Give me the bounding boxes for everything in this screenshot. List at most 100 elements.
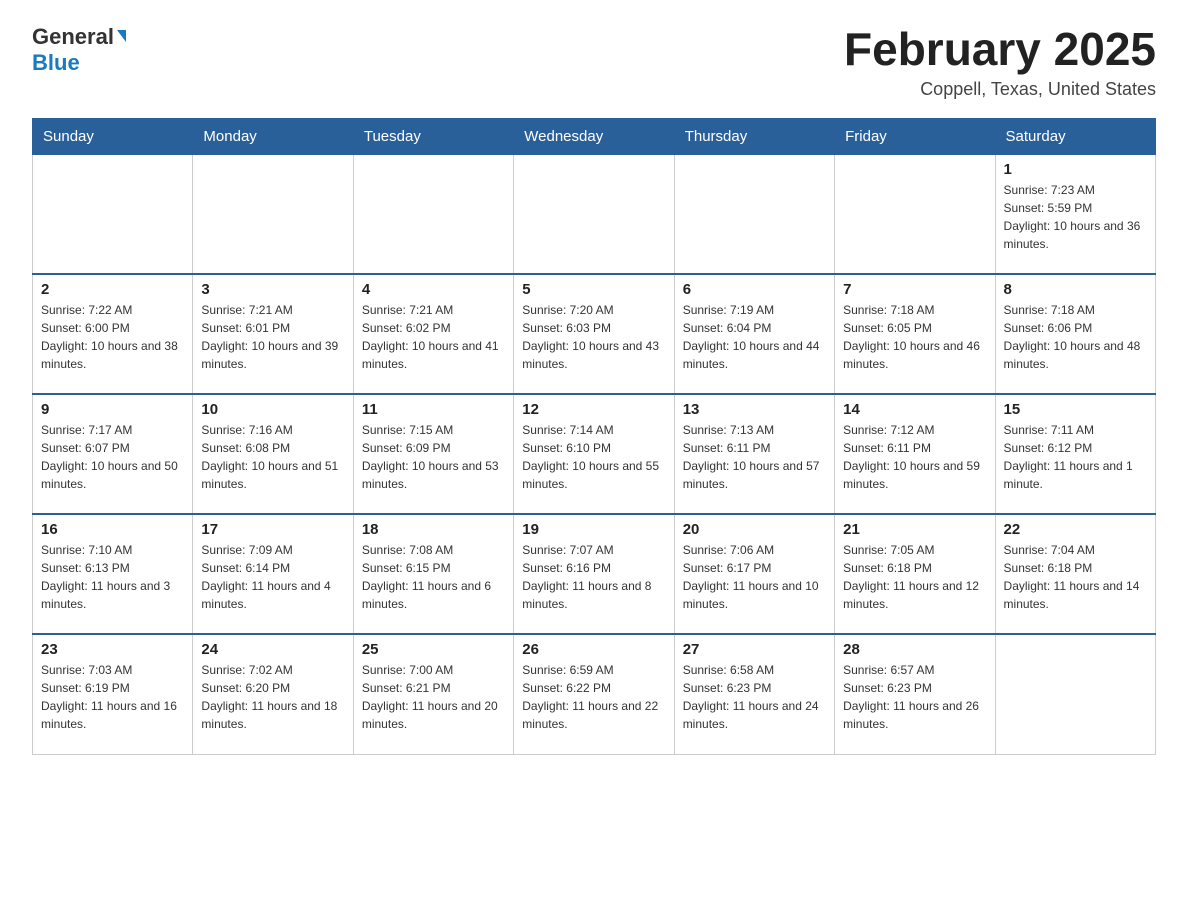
calendar-cell: 4 Sunrise: 7:21 AMSunset: 6:02 PMDayligh… [353, 274, 513, 394]
day-info: Sunrise: 7:21 AMSunset: 6:01 PMDaylight:… [201, 303, 338, 371]
title-block: February 2025 Coppell, Texas, United Sta… [844, 24, 1156, 100]
calendar-cell: 24 Sunrise: 7:02 AMSunset: 6:20 PMDaylig… [193, 634, 353, 754]
day-info: Sunrise: 7:08 AMSunset: 6:15 PMDaylight:… [362, 543, 491, 611]
day-number: 1 [1004, 161, 1147, 178]
calendar-cell [33, 154, 193, 274]
calendar-cell: 15 Sunrise: 7:11 AMSunset: 6:12 PMDaylig… [995, 394, 1155, 514]
calendar-cell [835, 154, 995, 274]
page-header: General Blue February 2025 Coppell, Texa… [32, 24, 1156, 100]
day-info: Sunrise: 7:12 AMSunset: 6:11 PMDaylight:… [843, 423, 980, 491]
calendar-cell: 23 Sunrise: 7:03 AMSunset: 6:19 PMDaylig… [33, 634, 193, 754]
day-number: 18 [362, 521, 505, 538]
calendar-cell: 20 Sunrise: 7:06 AMSunset: 6:17 PMDaylig… [674, 514, 834, 634]
calendar-cell: 8 Sunrise: 7:18 AMSunset: 6:06 PMDayligh… [995, 274, 1155, 394]
day-info: Sunrise: 7:22 AMSunset: 6:00 PMDaylight:… [41, 303, 178, 371]
calendar-cell: 17 Sunrise: 7:09 AMSunset: 6:14 PMDaylig… [193, 514, 353, 634]
day-number: 17 [201, 521, 344, 538]
logo-row: General [32, 24, 126, 50]
day-number: 8 [1004, 281, 1147, 298]
calendar-week-row: 2 Sunrise: 7:22 AMSunset: 6:00 PMDayligh… [33, 274, 1156, 394]
col-sunday: Sunday [33, 118, 193, 154]
day-number: 11 [362, 401, 505, 418]
day-number: 15 [1004, 401, 1147, 418]
day-number: 2 [41, 281, 184, 298]
day-number: 25 [362, 641, 505, 658]
calendar-cell [353, 154, 513, 274]
calendar-cell: 2 Sunrise: 7:22 AMSunset: 6:00 PMDayligh… [33, 274, 193, 394]
day-number: 3 [201, 281, 344, 298]
calendar-week-row: 9 Sunrise: 7:17 AMSunset: 6:07 PMDayligh… [33, 394, 1156, 514]
day-info: Sunrise: 7:21 AMSunset: 6:02 PMDaylight:… [362, 303, 499, 371]
day-info: Sunrise: 7:13 AMSunset: 6:11 PMDaylight:… [683, 423, 820, 491]
calendar-cell: 11 Sunrise: 7:15 AMSunset: 6:09 PMDaylig… [353, 394, 513, 514]
main-title: February 2025 [844, 24, 1156, 75]
day-number: 20 [683, 521, 826, 538]
col-monday: Monday [193, 118, 353, 154]
logo-general-text: General [32, 24, 114, 50]
calendar-cell: 26 Sunrise: 6:59 AMSunset: 6:22 PMDaylig… [514, 634, 674, 754]
day-number: 23 [41, 641, 184, 658]
calendar-week-row: 1 Sunrise: 7:23 AMSunset: 5:59 PMDayligh… [33, 154, 1156, 274]
day-info: Sunrise: 7:09 AMSunset: 6:14 PMDaylight:… [201, 543, 330, 611]
calendar-week-row: 23 Sunrise: 7:03 AMSunset: 6:19 PMDaylig… [33, 634, 1156, 754]
day-number: 21 [843, 521, 986, 538]
calendar-cell: 21 Sunrise: 7:05 AMSunset: 6:18 PMDaylig… [835, 514, 995, 634]
calendar-cell: 25 Sunrise: 7:00 AMSunset: 6:21 PMDaylig… [353, 634, 513, 754]
logo-blue-label: Blue [32, 50, 126, 76]
calendar-cell: 19 Sunrise: 7:07 AMSunset: 6:16 PMDaylig… [514, 514, 674, 634]
calendar-cell: 28 Sunrise: 6:57 AMSunset: 6:23 PMDaylig… [835, 634, 995, 754]
day-number: 10 [201, 401, 344, 418]
calendar-cell: 3 Sunrise: 7:21 AMSunset: 6:01 PMDayligh… [193, 274, 353, 394]
day-info: Sunrise: 7:20 AMSunset: 6:03 PMDaylight:… [522, 303, 659, 371]
calendar-cell: 10 Sunrise: 7:16 AMSunset: 6:08 PMDaylig… [193, 394, 353, 514]
day-number: 5 [522, 281, 665, 298]
day-info: Sunrise: 7:16 AMSunset: 6:08 PMDaylight:… [201, 423, 338, 491]
day-info: Sunrise: 7:14 AMSunset: 6:10 PMDaylight:… [522, 423, 659, 491]
day-info: Sunrise: 6:59 AMSunset: 6:22 PMDaylight:… [522, 663, 658, 731]
day-number: 4 [362, 281, 505, 298]
day-info: Sunrise: 7:11 AMSunset: 6:12 PMDaylight:… [1004, 423, 1133, 491]
day-info: Sunrise: 7:02 AMSunset: 6:20 PMDaylight:… [201, 663, 337, 731]
day-info: Sunrise: 7:05 AMSunset: 6:18 PMDaylight:… [843, 543, 979, 611]
day-info: Sunrise: 7:18 AMSunset: 6:05 PMDaylight:… [843, 303, 980, 371]
calendar-cell: 6 Sunrise: 7:19 AMSunset: 6:04 PMDayligh… [674, 274, 834, 394]
calendar-cell: 27 Sunrise: 6:58 AMSunset: 6:23 PMDaylig… [674, 634, 834, 754]
day-info: Sunrise: 7:10 AMSunset: 6:13 PMDaylight:… [41, 543, 170, 611]
day-info: Sunrise: 7:00 AMSunset: 6:21 PMDaylight:… [362, 663, 498, 731]
calendar-cell: 13 Sunrise: 7:13 AMSunset: 6:11 PMDaylig… [674, 394, 834, 514]
day-info: Sunrise: 7:06 AMSunset: 6:17 PMDaylight:… [683, 543, 819, 611]
day-number: 26 [522, 641, 665, 658]
calendar-table: Sunday Monday Tuesday Wednesday Thursday… [32, 118, 1156, 755]
calendar-week-row: 16 Sunrise: 7:10 AMSunset: 6:13 PMDaylig… [33, 514, 1156, 634]
calendar-cell [193, 154, 353, 274]
day-number: 7 [843, 281, 986, 298]
day-number: 22 [1004, 521, 1147, 538]
col-thursday: Thursday [674, 118, 834, 154]
calendar-cell: 7 Sunrise: 7:18 AMSunset: 6:05 PMDayligh… [835, 274, 995, 394]
day-info: Sunrise: 7:04 AMSunset: 6:18 PMDaylight:… [1004, 543, 1140, 611]
calendar-cell: 22 Sunrise: 7:04 AMSunset: 6:18 PMDaylig… [995, 514, 1155, 634]
day-number: 14 [843, 401, 986, 418]
calendar-cell: 5 Sunrise: 7:20 AMSunset: 6:03 PMDayligh… [514, 274, 674, 394]
day-number: 12 [522, 401, 665, 418]
day-info: Sunrise: 7:18 AMSunset: 6:06 PMDaylight:… [1004, 303, 1141, 371]
day-info: Sunrise: 6:58 AMSunset: 6:23 PMDaylight:… [683, 663, 819, 731]
day-number: 16 [41, 521, 184, 538]
col-saturday: Saturday [995, 118, 1155, 154]
calendar-cell [674, 154, 834, 274]
day-number: 28 [843, 641, 986, 658]
calendar-cell: 1 Sunrise: 7:23 AMSunset: 5:59 PMDayligh… [995, 154, 1155, 274]
calendar-cell: 14 Sunrise: 7:12 AMSunset: 6:11 PMDaylig… [835, 394, 995, 514]
logo-arrow-icon [117, 30, 126, 42]
day-number: 9 [41, 401, 184, 418]
day-number: 27 [683, 641, 826, 658]
col-wednesday: Wednesday [514, 118, 674, 154]
calendar-header-row: Sunday Monday Tuesday Wednesday Thursday… [33, 118, 1156, 154]
calendar-cell: 9 Sunrise: 7:17 AMSunset: 6:07 PMDayligh… [33, 394, 193, 514]
calendar-cell: 16 Sunrise: 7:10 AMSunset: 6:13 PMDaylig… [33, 514, 193, 634]
subtitle: Coppell, Texas, United States [844, 79, 1156, 100]
calendar-cell [995, 634, 1155, 754]
day-info: Sunrise: 7:15 AMSunset: 6:09 PMDaylight:… [362, 423, 499, 491]
logo: General Blue [32, 24, 126, 76]
day-number: 24 [201, 641, 344, 658]
